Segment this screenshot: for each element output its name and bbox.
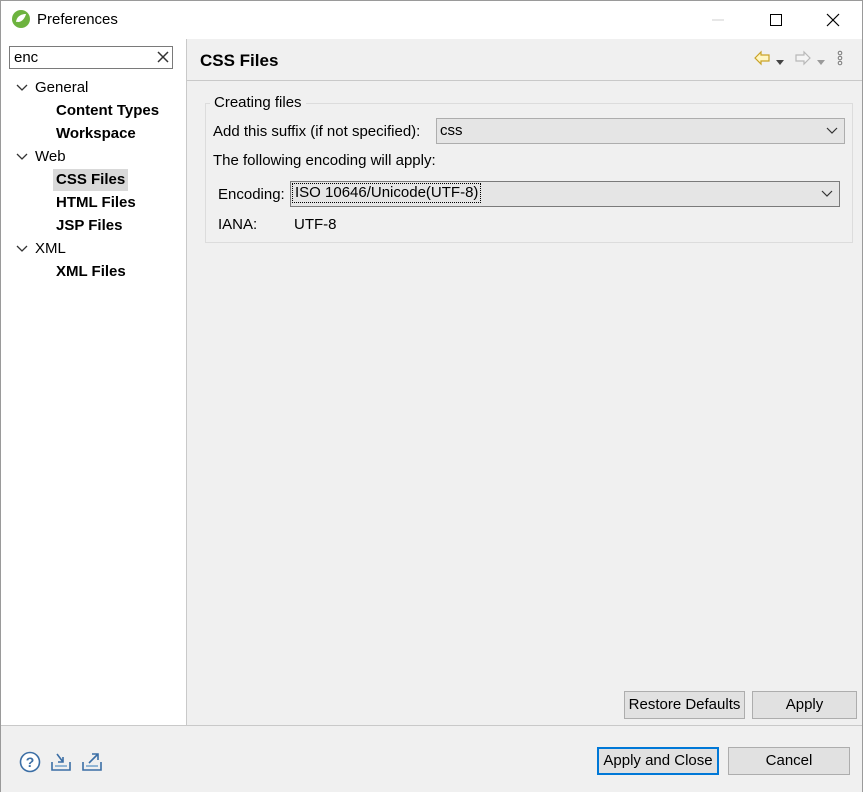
chevron-down-icon[interactable] [15, 243, 29, 255]
restore-defaults-label: Restore Defaults [625, 692, 744, 718]
chevron-down-icon [826, 127, 838, 135]
suffix-label: Add this suffix (if not specified): [213, 123, 420, 140]
maximize-button[interactable] [747, 1, 805, 39]
tree-item-css-files[interactable]: CSS Files [53, 169, 128, 191]
suffix-combo[interactable]: css [436, 118, 845, 144]
spring-app-icon [11, 9, 31, 29]
filter-field[interactable] [9, 46, 173, 69]
dropdown-arrow-icon [816, 58, 826, 66]
group-title: Creating files [210, 94, 306, 111]
iana-label: IANA: [218, 216, 257, 233]
help-icon[interactable]: ? [18, 750, 42, 774]
minimize-button[interactable] [689, 1, 747, 39]
apply-and-close-button[interactable]: Apply and Close [597, 747, 719, 775]
tree-group-label: General [35, 77, 88, 99]
tree-item-workspace[interactable]: Workspace [53, 123, 139, 145]
encoding-intro-text: The following encoding will apply: [213, 152, 436, 169]
page-header: CSS Files [187, 39, 862, 81]
preferences-dialog: Preferences [0, 0, 863, 792]
preference-tree-pane: General Content Types Workspace Web CSS … [1, 39, 187, 725]
maximize-icon [769, 13, 783, 27]
cancel-button[interactable]: Cancel [728, 747, 850, 775]
dropdown-arrow-icon [775, 58, 785, 66]
forward-arrow-icon [794, 49, 812, 67]
suffix-value: css [440, 122, 463, 139]
page-navigation [753, 49, 853, 69]
window-title: Preferences [37, 11, 118, 28]
cancel-label: Cancel [729, 748, 849, 774]
title-bar: Preferences [1, 1, 862, 39]
forward-button[interactable] [794, 49, 812, 71]
dialog-button-bar: ? Apply and Close Cancel [1, 725, 862, 792]
encoding-combo[interactable]: ISO 10646/Unicode(UTF-8) [290, 181, 840, 207]
back-history-dropdown[interactable] [775, 53, 785, 70]
page-title: CSS Files [200, 51, 278, 71]
encoding-value: ISO 10646/Unicode(UTF-8) [293, 184, 480, 202]
tree-item-xml-files[interactable]: XML Files [53, 261, 129, 283]
more-vertical-icon [837, 50, 843, 66]
filter-input[interactable] [14, 48, 154, 67]
chevron-down-icon[interactable] [15, 82, 29, 94]
tree-item-content-types[interactable]: Content Types [53, 100, 162, 122]
encoding-label: Encoding: [218, 186, 285, 203]
iana-value: UTF-8 [294, 216, 337, 233]
minimize-icon [711, 13, 725, 27]
import-icon[interactable] [49, 750, 73, 774]
close-icon [826, 13, 840, 27]
view-menu-button[interactable] [837, 50, 843, 70]
export-icon[interactable] [80, 750, 104, 774]
forward-history-dropdown[interactable] [816, 53, 826, 70]
back-button[interactable] [753, 49, 771, 71]
chevron-down-icon[interactable] [15, 151, 29, 163]
chevron-down-icon [821, 190, 833, 198]
clear-filter-icon[interactable] [156, 50, 170, 64]
apply-label: Apply [753, 692, 856, 718]
close-button[interactable] [804, 1, 862, 39]
svg-text:?: ? [26, 754, 35, 770]
tree-group-label: XML [35, 238, 66, 260]
tree-item-jsp-files[interactable]: JSP Files [53, 215, 125, 237]
apply-button[interactable]: Apply [752, 691, 857, 719]
apply-and-close-label: Apply and Close [598, 748, 718, 774]
restore-defaults-button[interactable]: Restore Defaults [624, 691, 745, 719]
tree-item-html-files[interactable]: HTML Files [53, 192, 139, 214]
back-arrow-icon [753, 49, 771, 67]
tree-group-label: Web [35, 146, 66, 168]
